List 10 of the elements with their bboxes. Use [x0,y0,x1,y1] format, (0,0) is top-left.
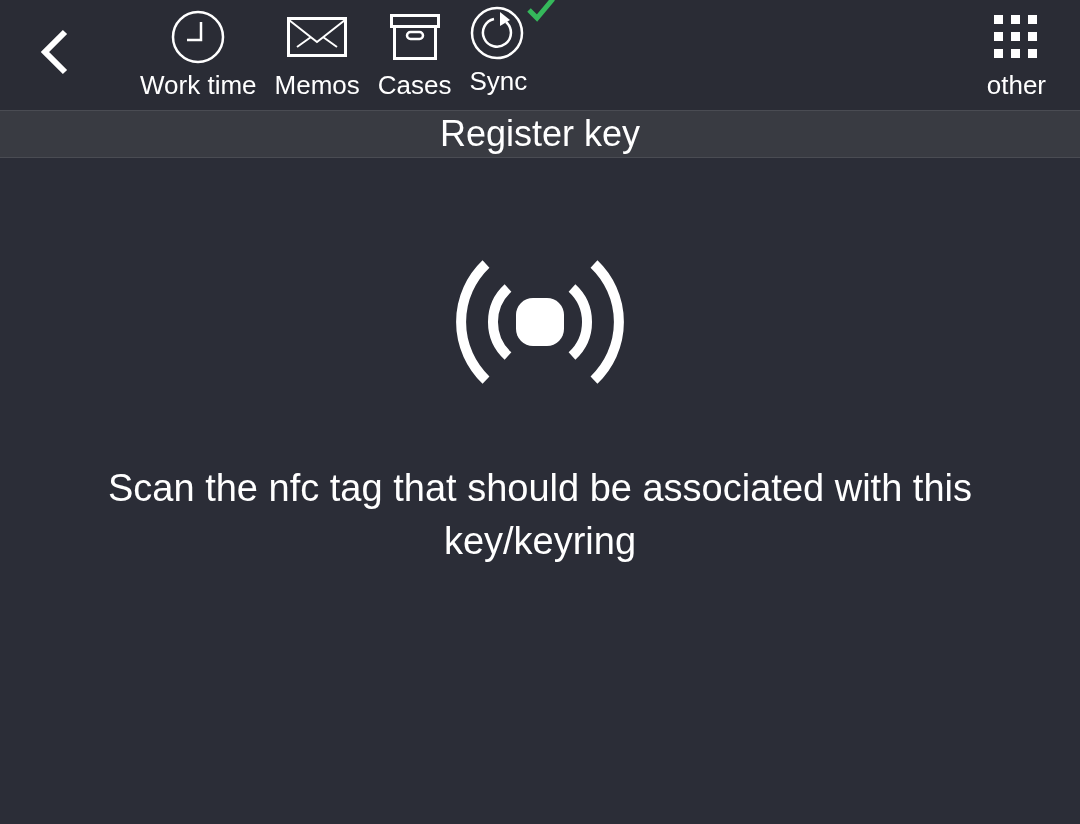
memos-button[interactable]: Memos [272,0,362,110]
instruction-text: Scan the nfc tag that should be associated with this key/keyring [107,466,973,564]
page-title: Register key [439,113,641,155]
clock-icon [171,10,226,64]
envelope-icon [287,17,348,57]
grid-icon [994,15,1039,59]
archive-box-icon [389,14,440,60]
cases-button[interactable]: Cases [375,0,454,110]
other-button[interactable]: other [984,0,1048,110]
work-time-button[interactable]: Work time [138,0,259,110]
